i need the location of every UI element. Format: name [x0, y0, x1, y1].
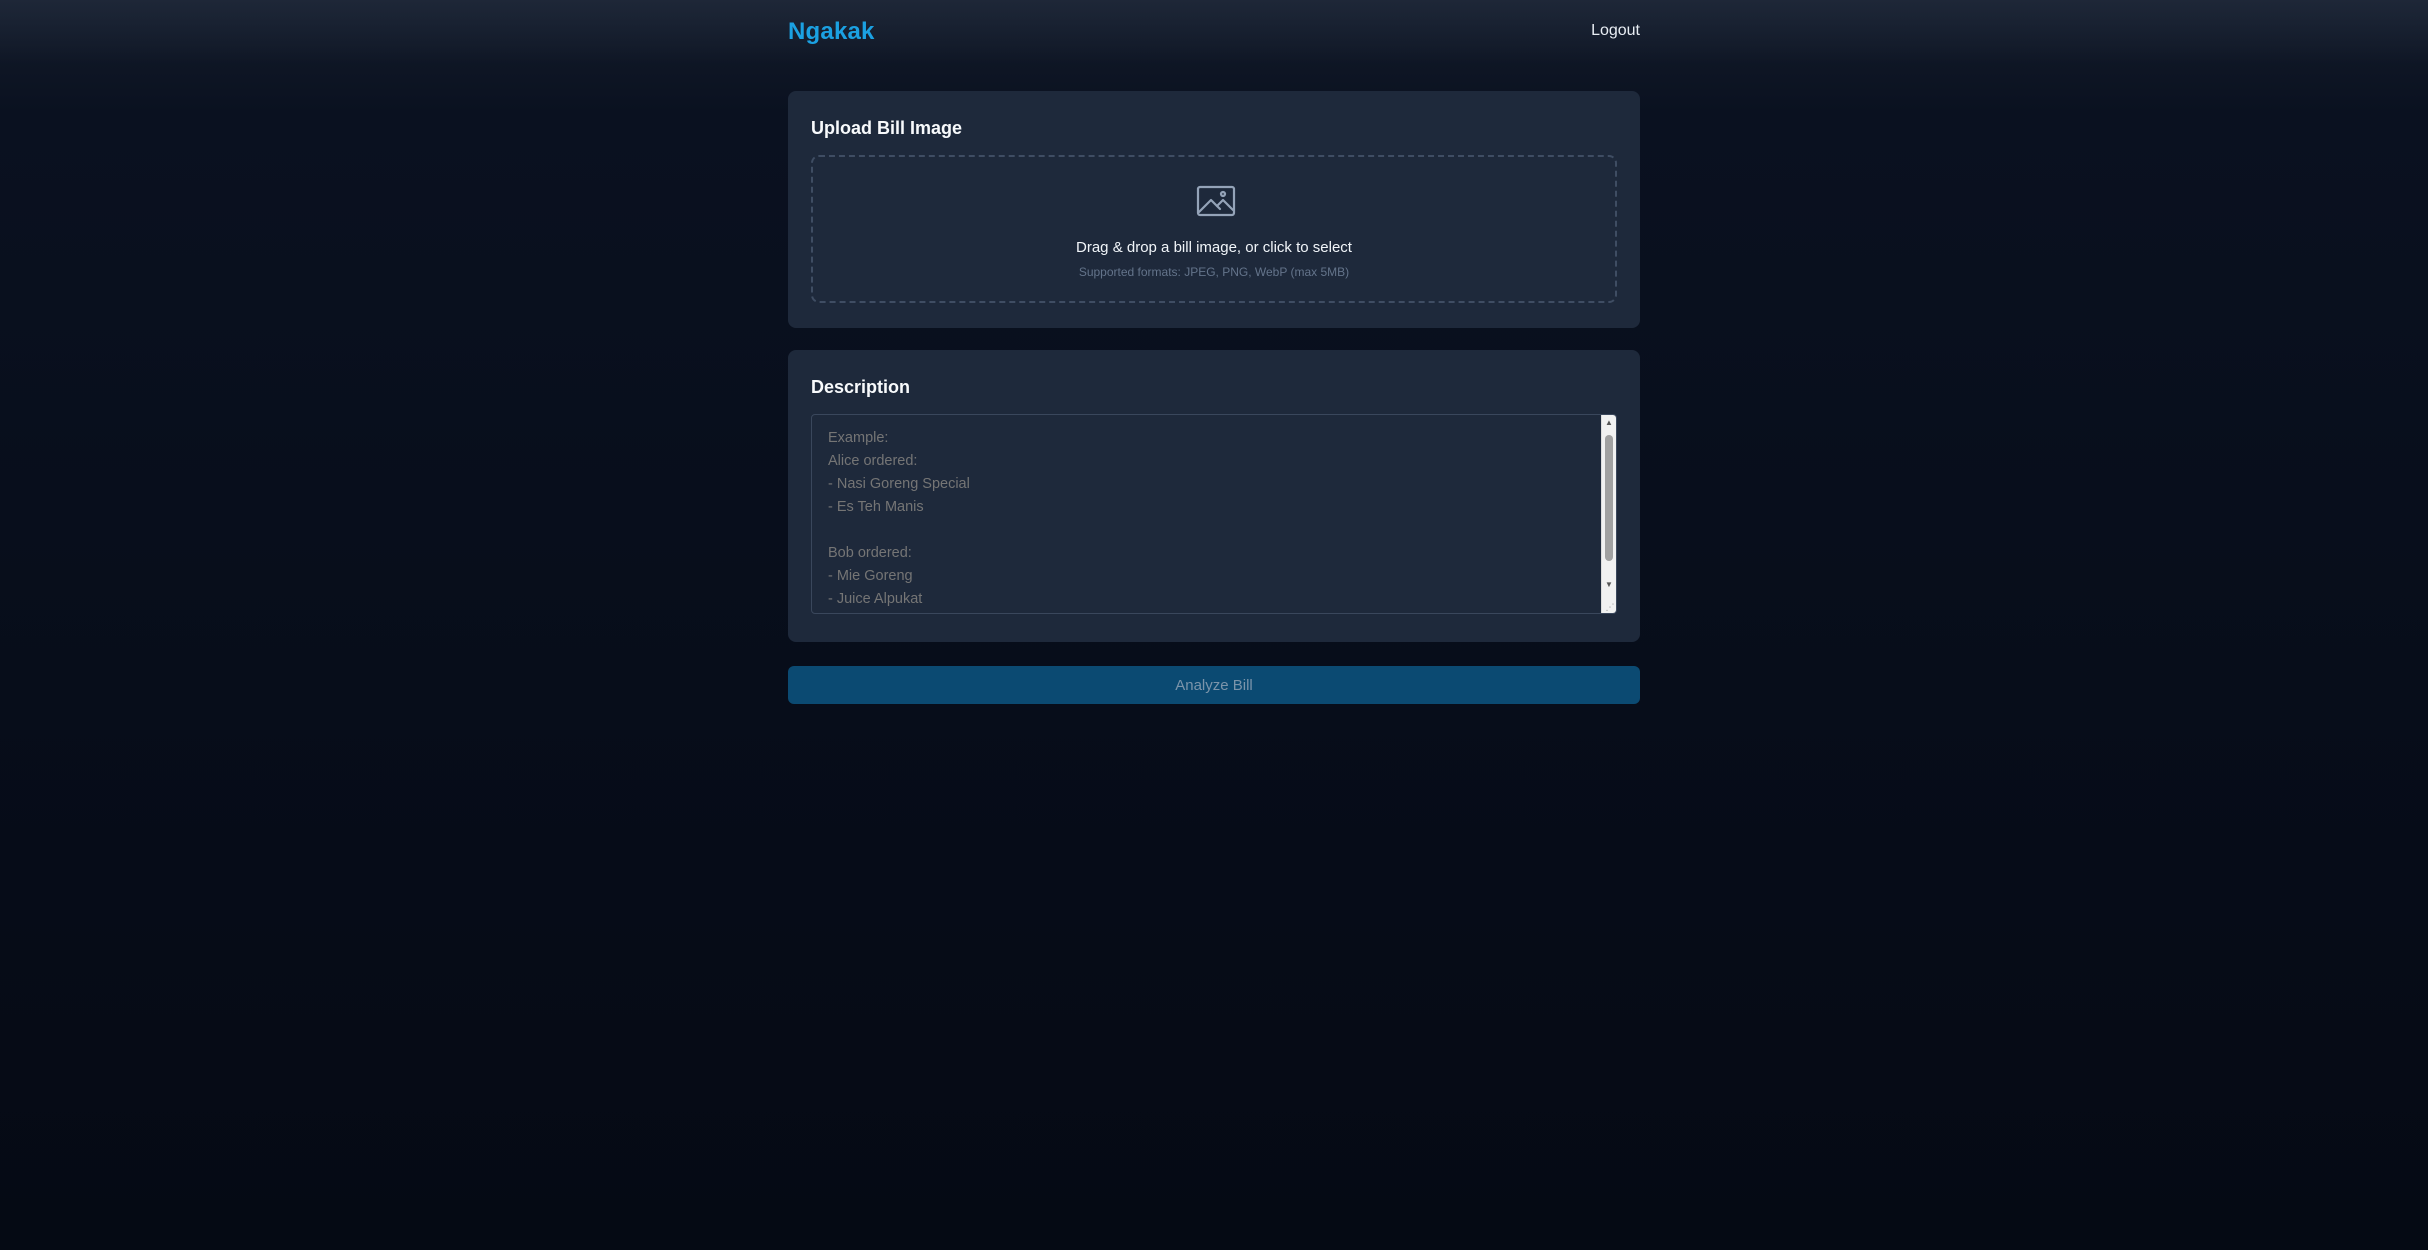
brand-logo[interactable]: Ngakak	[788, 16, 875, 48]
logout-button[interactable]: Logout	[1591, 20, 1640, 42]
resize-grip-icon[interactable]: ⋰	[1605, 602, 1615, 612]
description-textarea-container: ▲ ▼ ⋰	[811, 414, 1617, 614]
scroll-up-arrow-icon[interactable]: ▲	[1604, 417, 1614, 429]
image-dropzone[interactable]: Drag & drop a bill image, or click to se…	[811, 155, 1617, 303]
scroll-down-arrow-icon[interactable]: ▼	[1604, 579, 1614, 591]
dropzone-formats-hint: Supported formats: JPEG, PNG, WebP (max …	[1078, 265, 1350, 279]
upload-card: Upload Bill Image Drag & drop a bill ima…	[788, 91, 1640, 328]
analyze-bill-button[interactable]: Analyze Bill	[788, 666, 1640, 704]
dropzone-instructions: Drag & drop a bill image, or click to se…	[1076, 239, 1352, 256]
upload-title: Upload Bill Image	[811, 118, 963, 138]
top-navbar: Ngakak Logout	[0, 0, 2428, 64]
description-card: Description ▲ ▼ ⋰	[788, 350, 1640, 642]
image-icon	[1196, 185, 1236, 217]
scrollbar-thumb[interactable]	[1605, 435, 1613, 561]
description-textarea[interactable]	[812, 415, 1602, 613]
textarea-scrollbar[interactable]: ▲ ▼	[1601, 415, 1616, 613]
description-title: Description	[811, 377, 911, 397]
